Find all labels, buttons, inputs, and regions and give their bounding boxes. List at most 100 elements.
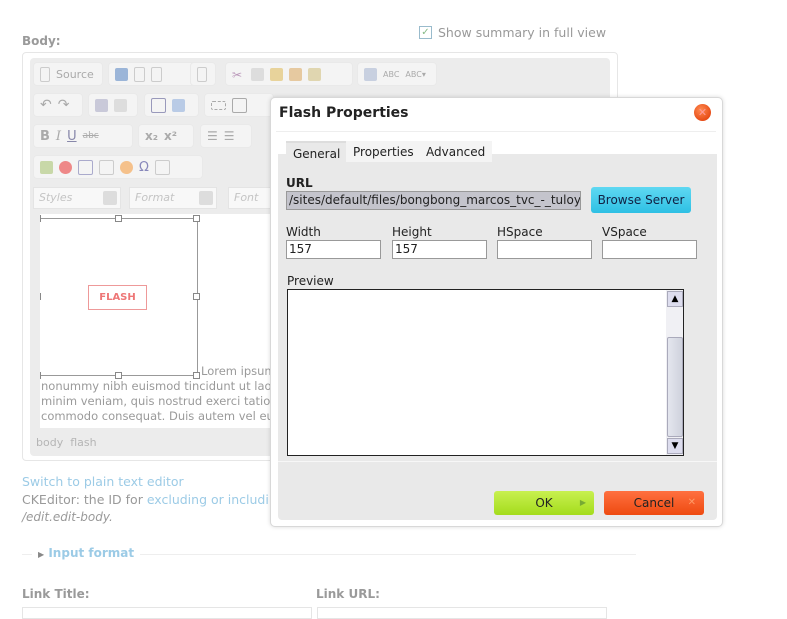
redo-icon[interactable]: ↷ xyxy=(58,97,70,113)
document-icon xyxy=(40,66,50,82)
insert-group: Ω xyxy=(33,155,203,179)
select-all-icon[interactable] xyxy=(151,97,166,113)
spellcheck-icon[interactable]: ABC xyxy=(383,70,399,79)
strikethrough-icon[interactable]: abc xyxy=(83,131,99,141)
width-input[interactable]: 157 xyxy=(286,240,381,259)
save-icon[interactable] xyxy=(115,67,128,81)
url-input[interactable]: /sites/default/files/bongbong_marcos_tvc… xyxy=(286,191,581,210)
horizontal-rule-icon[interactable] xyxy=(99,159,114,175)
close-icon[interactable]: ✕ xyxy=(694,104,711,121)
form-icon[interactable] xyxy=(211,100,226,110)
special-char-icon[interactable]: Ω xyxy=(139,160,149,175)
underline-icon[interactable]: U xyxy=(67,129,77,144)
flash-properties-dialog: Flash Properties ✕ General Properties Ad… xyxy=(270,97,723,527)
arrow-right-icon: ▶ xyxy=(579,498,586,507)
script-group: x₂ x² xyxy=(138,124,194,148)
chevron-down-icon xyxy=(103,191,117,205)
width-label: Width xyxy=(286,225,321,239)
link-url-input[interactable] xyxy=(317,607,607,619)
replace-icon[interactable] xyxy=(114,98,127,112)
dialog-title: Flash Properties xyxy=(279,105,409,121)
list-group: ☰ ☰ xyxy=(200,124,252,148)
source-label: Source xyxy=(56,67,94,81)
content-line: nonummy nibh euismod tincidunt ut laoree… xyxy=(41,379,295,393)
ckeditor-note: CKEditor: the ID for excluding or includ… xyxy=(22,492,269,507)
cancel-button[interactable]: Cancel ✕ xyxy=(604,491,704,515)
scroll-down-icon[interactable]: ▼ xyxy=(667,438,683,454)
link-url-label: Link URL: xyxy=(316,587,380,601)
numbered-list-icon[interactable]: ☰ xyxy=(207,129,218,143)
italic-icon[interactable]: I xyxy=(56,129,61,144)
scrollbar-thumb[interactable] xyxy=(667,337,683,437)
link-title-input[interactable] xyxy=(22,607,312,619)
subscript-icon[interactable]: x₂ xyxy=(145,129,158,143)
preview-icon[interactable] xyxy=(151,66,162,82)
ok-button[interactable]: OK ▶ xyxy=(494,491,594,515)
clipboard-toolbar-group: ✂ xyxy=(225,62,353,86)
height-input[interactable]: 157 xyxy=(392,240,487,259)
bold-icon[interactable]: B xyxy=(40,129,50,144)
paste-text-icon[interactable] xyxy=(289,67,302,81)
undo-icon[interactable]: ↶ xyxy=(40,97,52,113)
form-controls-group xyxy=(204,93,274,117)
spellcheck-toolbar-group: ABC ABC▾ xyxy=(357,62,437,86)
cut-icon[interactable]: ✂ xyxy=(232,68,245,82)
url-label: URL xyxy=(286,176,313,190)
chevron-down-icon xyxy=(199,191,213,205)
flash-placeholder[interactable]: FLASH xyxy=(40,218,198,376)
show-summary-checkbox[interactable]: ✓ Show summary in full view xyxy=(419,25,606,40)
tab-advanced[interactable]: Advanced xyxy=(419,141,493,162)
styles-dropdown[interactable]: Styles xyxy=(33,187,121,209)
remove-format-icon[interactable] xyxy=(172,98,185,112)
show-summary-label: Show summary in full view xyxy=(438,25,607,40)
superscript-icon[interactable]: x² xyxy=(164,129,177,143)
paste-word-icon[interactable] xyxy=(308,67,321,81)
link-title-label: Link Title: xyxy=(22,587,90,601)
find-icon[interactable] xyxy=(95,98,108,112)
print-icon[interactable] xyxy=(364,67,377,81)
body-label: Body: xyxy=(22,34,61,48)
excluding-link[interactable]: excluding or includi xyxy=(147,492,269,507)
path-body[interactable]: body xyxy=(36,436,63,449)
content-line: commodo consequat. Duis autem vel eum xyxy=(41,409,286,423)
hspace-input[interactable] xyxy=(497,240,592,259)
preview-label: Preview xyxy=(287,274,334,288)
vspace-label: VSpace xyxy=(602,225,647,239)
templates-button[interactable] xyxy=(190,62,216,86)
vspace-input[interactable] xyxy=(602,240,697,259)
page-break-icon[interactable] xyxy=(154,159,170,175)
source-button[interactable]: Source xyxy=(33,62,103,86)
table-icon[interactable] xyxy=(78,159,93,175)
undo-redo-group: ↶ ↷ xyxy=(33,93,83,117)
scrollbar[interactable]: ▲ ▼ xyxy=(666,290,683,455)
scroll-up-icon[interactable]: ▲ xyxy=(667,291,683,307)
switch-plain-text-link[interactable]: Switch to plain text editor xyxy=(22,474,184,489)
content-line: Lorem ipsum xyxy=(201,364,276,378)
close-x-icon: ✕ xyxy=(687,497,696,508)
content-line: minim veniam, quis nostrud exerci tation… xyxy=(41,394,289,408)
document-toolbar-group xyxy=(108,62,196,86)
flash-icon[interactable] xyxy=(59,160,72,174)
height-label: Height xyxy=(392,225,432,239)
new-page-icon[interactable] xyxy=(134,66,145,82)
find-replace-group xyxy=(88,93,138,117)
templates-icon xyxy=(197,66,207,82)
format-dropdown[interactable]: Format xyxy=(129,187,217,209)
copy-icon[interactable] xyxy=(251,67,264,81)
preview-area: ▲ ▼ xyxy=(287,289,684,456)
checkbox-icon[interactable] xyxy=(232,97,247,113)
browse-server-button[interactable]: Browse Server xyxy=(591,187,691,213)
tab-properties[interactable]: Properties xyxy=(346,141,421,162)
paste-icon[interactable] xyxy=(270,67,283,81)
path-flash[interactable]: flash xyxy=(70,436,96,449)
smiley-icon[interactable] xyxy=(120,160,133,174)
spellcheck-as-you-type-icon[interactable]: ABC▾ xyxy=(405,70,425,79)
input-format-toggle[interactable]: ▶ Input format xyxy=(32,546,141,560)
flash-label: FLASH xyxy=(88,285,147,310)
basic-styles-group: B I Uabc xyxy=(33,124,133,148)
hspace-label: HSpace xyxy=(497,225,543,239)
bulleted-list-icon[interactable]: ☰ xyxy=(224,129,235,143)
checkbox-checked-icon: ✓ xyxy=(419,26,432,39)
tab-general[interactable]: General xyxy=(286,141,348,162)
image-icon[interactable] xyxy=(40,160,53,174)
